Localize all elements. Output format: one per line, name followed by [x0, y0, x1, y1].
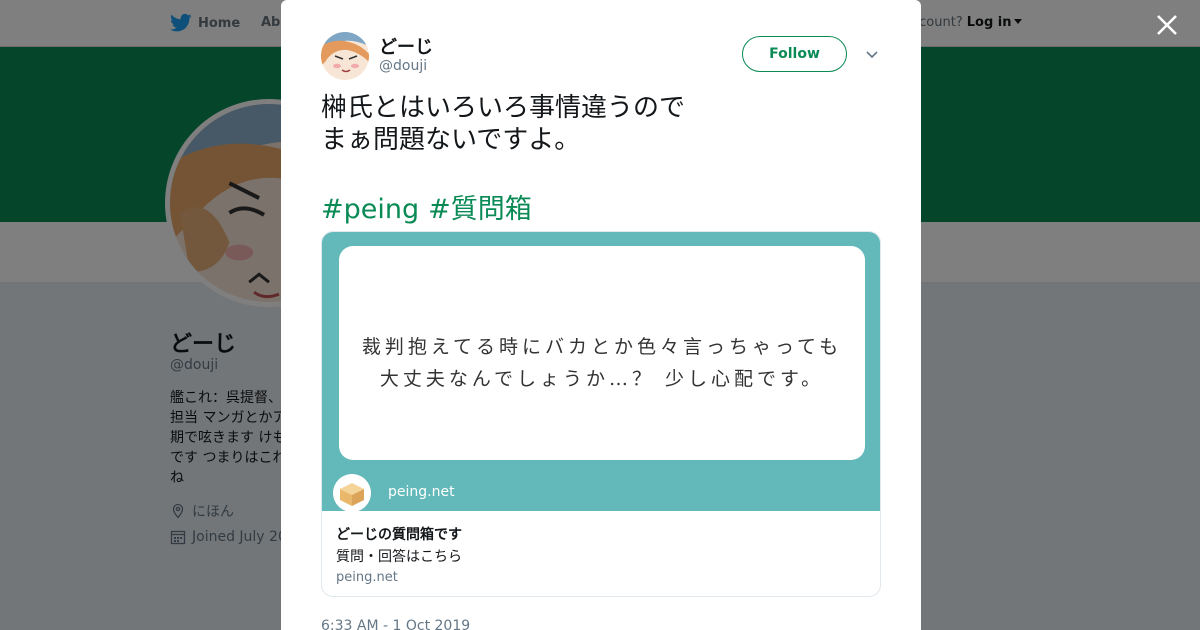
tweet-text-line: 榊氏とはいろいろ事情違うので	[321, 93, 686, 123]
question-box: 裁判抱えてる時にバカとか色々言っちゃっても 大丈夫なんでしょうか…？ 少し心配で…	[339, 246, 865, 460]
question-text-line: 裁判抱えてる時にバカとか色々言っちゃっても	[361, 336, 843, 358]
card-image: 裁判抱えてる時にバカとか色々言っちゃっても 大丈夫なんでしょうか…？ 少し心配で…	[322, 232, 880, 512]
card-title: どーじの質問箱です	[336, 527, 462, 543]
avatar-illustration	[321, 32, 369, 80]
card-description: 質問・回答はこちら	[336, 549, 462, 565]
chevron-down-icon	[866, 51, 878, 59]
question-text-line: 大丈夫なんでしょうか…？ 少し心配です。	[379, 368, 825, 390]
tweet-text: 榊氏とはいろいろ事情違うので まぁ問題ないですよ。	[321, 92, 685, 156]
more-options-button[interactable]	[865, 46, 879, 60]
box-logo-icon	[333, 474, 371, 512]
hashtag-link[interactable]: #質問箱	[428, 194, 532, 225]
tweet-author-avatar[interactable]	[321, 32, 369, 80]
follow-button[interactable]: Follow	[742, 36, 847, 72]
tweet-modal: どーじ @douji Follow 榊氏とはいろいろ事情違うので まぁ問題ないで…	[281, 0, 921, 630]
tweet-author-name[interactable]: どーじ	[379, 33, 433, 59]
close-button[interactable]	[1154, 12, 1180, 38]
card-image-site: peing.net	[388, 484, 455, 500]
tweet-author-handle[interactable]: @douji	[379, 58, 427, 74]
close-icon	[1157, 15, 1177, 35]
card-domain: peing.net	[336, 570, 398, 585]
tweet-timestamp[interactable]: 6:33 AM - 1 Oct 2019	[321, 618, 470, 630]
hashtag-link[interactable]: #peing	[321, 194, 419, 225]
link-card[interactable]: 裁判抱えてる時にバカとか色々言っちゃっても 大丈夫なんでしょうか…？ 少し心配で…	[321, 231, 881, 597]
tweet-hashtags: #peing #質問箱	[321, 187, 541, 226]
tweet-text-line: まぁ問題ないですよ。	[321, 125, 581, 155]
